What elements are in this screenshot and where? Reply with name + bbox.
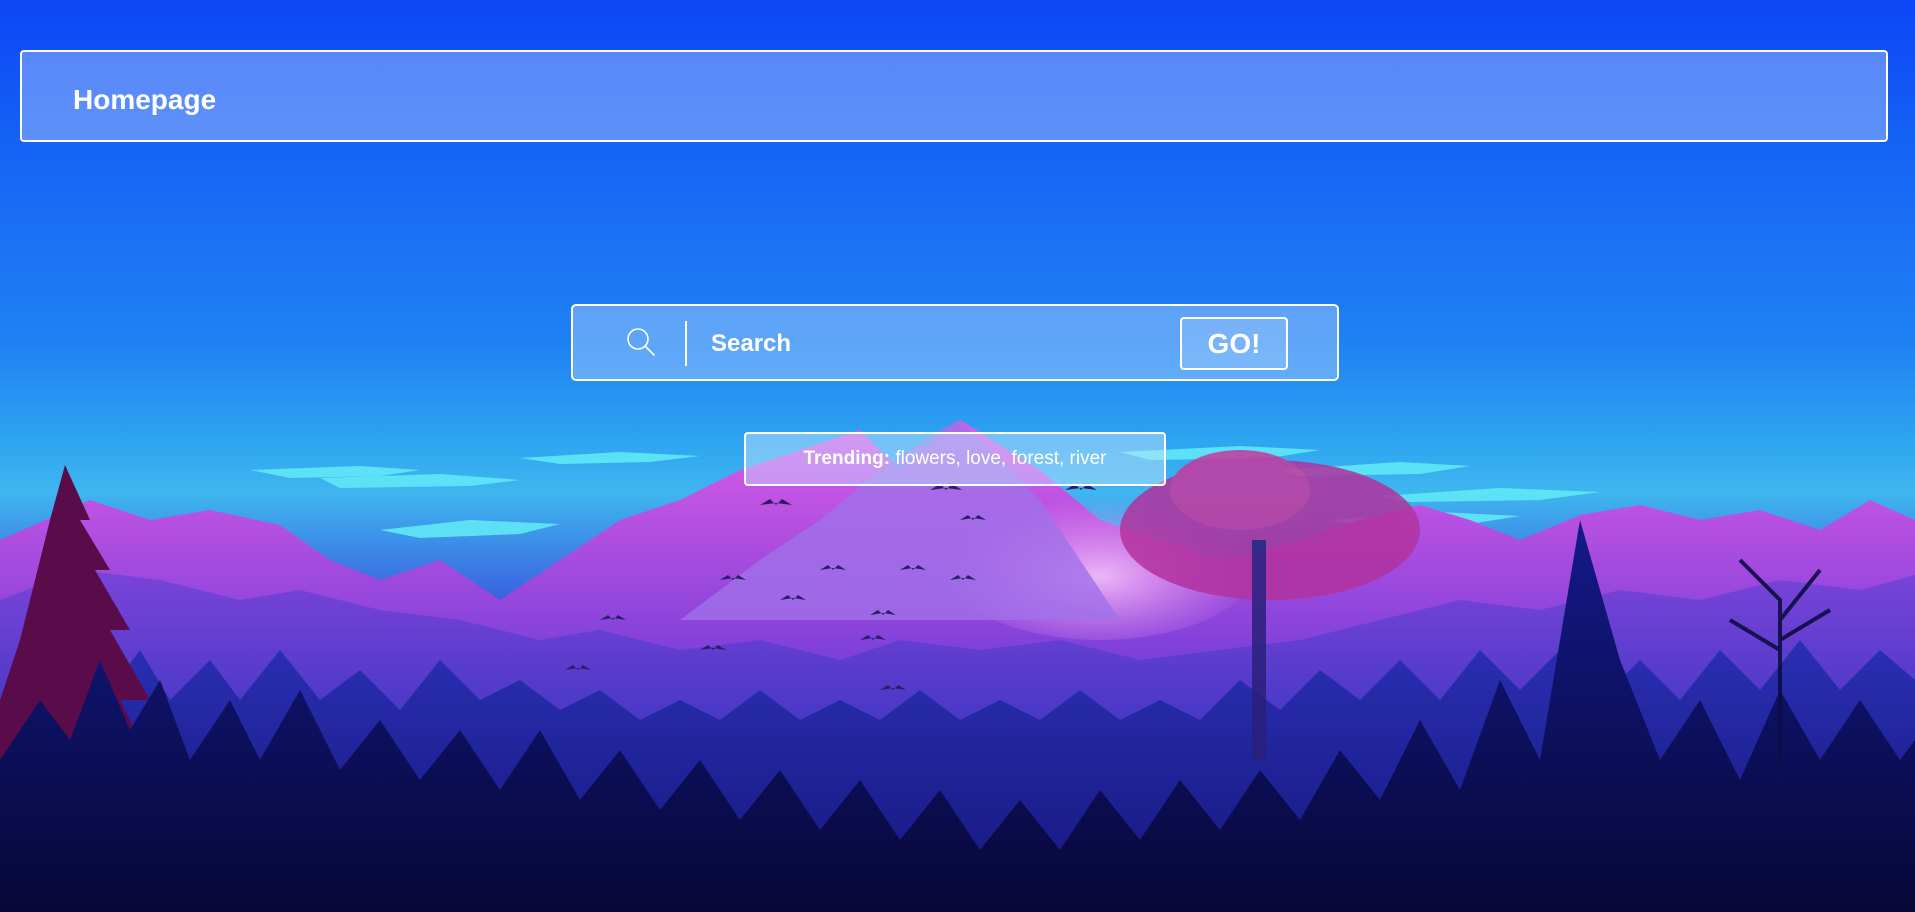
page-title[interactable]: Homepage xyxy=(73,52,216,140)
trending-terms[interactable]: flowers, love, forest, river xyxy=(890,448,1106,469)
search-input[interactable] xyxy=(709,318,1153,370)
top-navbar: Homepage xyxy=(20,50,1888,142)
search-bar: GO! xyxy=(571,304,1339,381)
trending-box: Trending: flowers, love, forest, river xyxy=(744,432,1166,486)
search-divider xyxy=(685,321,687,366)
wallpaper-background: Homepage GO! Trending: flowers, love, fo… xyxy=(0,0,1915,912)
go-button[interactable]: GO! xyxy=(1180,317,1288,370)
search-icon[interactable] xyxy=(625,326,657,358)
trending-label: Trending: xyxy=(803,448,891,469)
